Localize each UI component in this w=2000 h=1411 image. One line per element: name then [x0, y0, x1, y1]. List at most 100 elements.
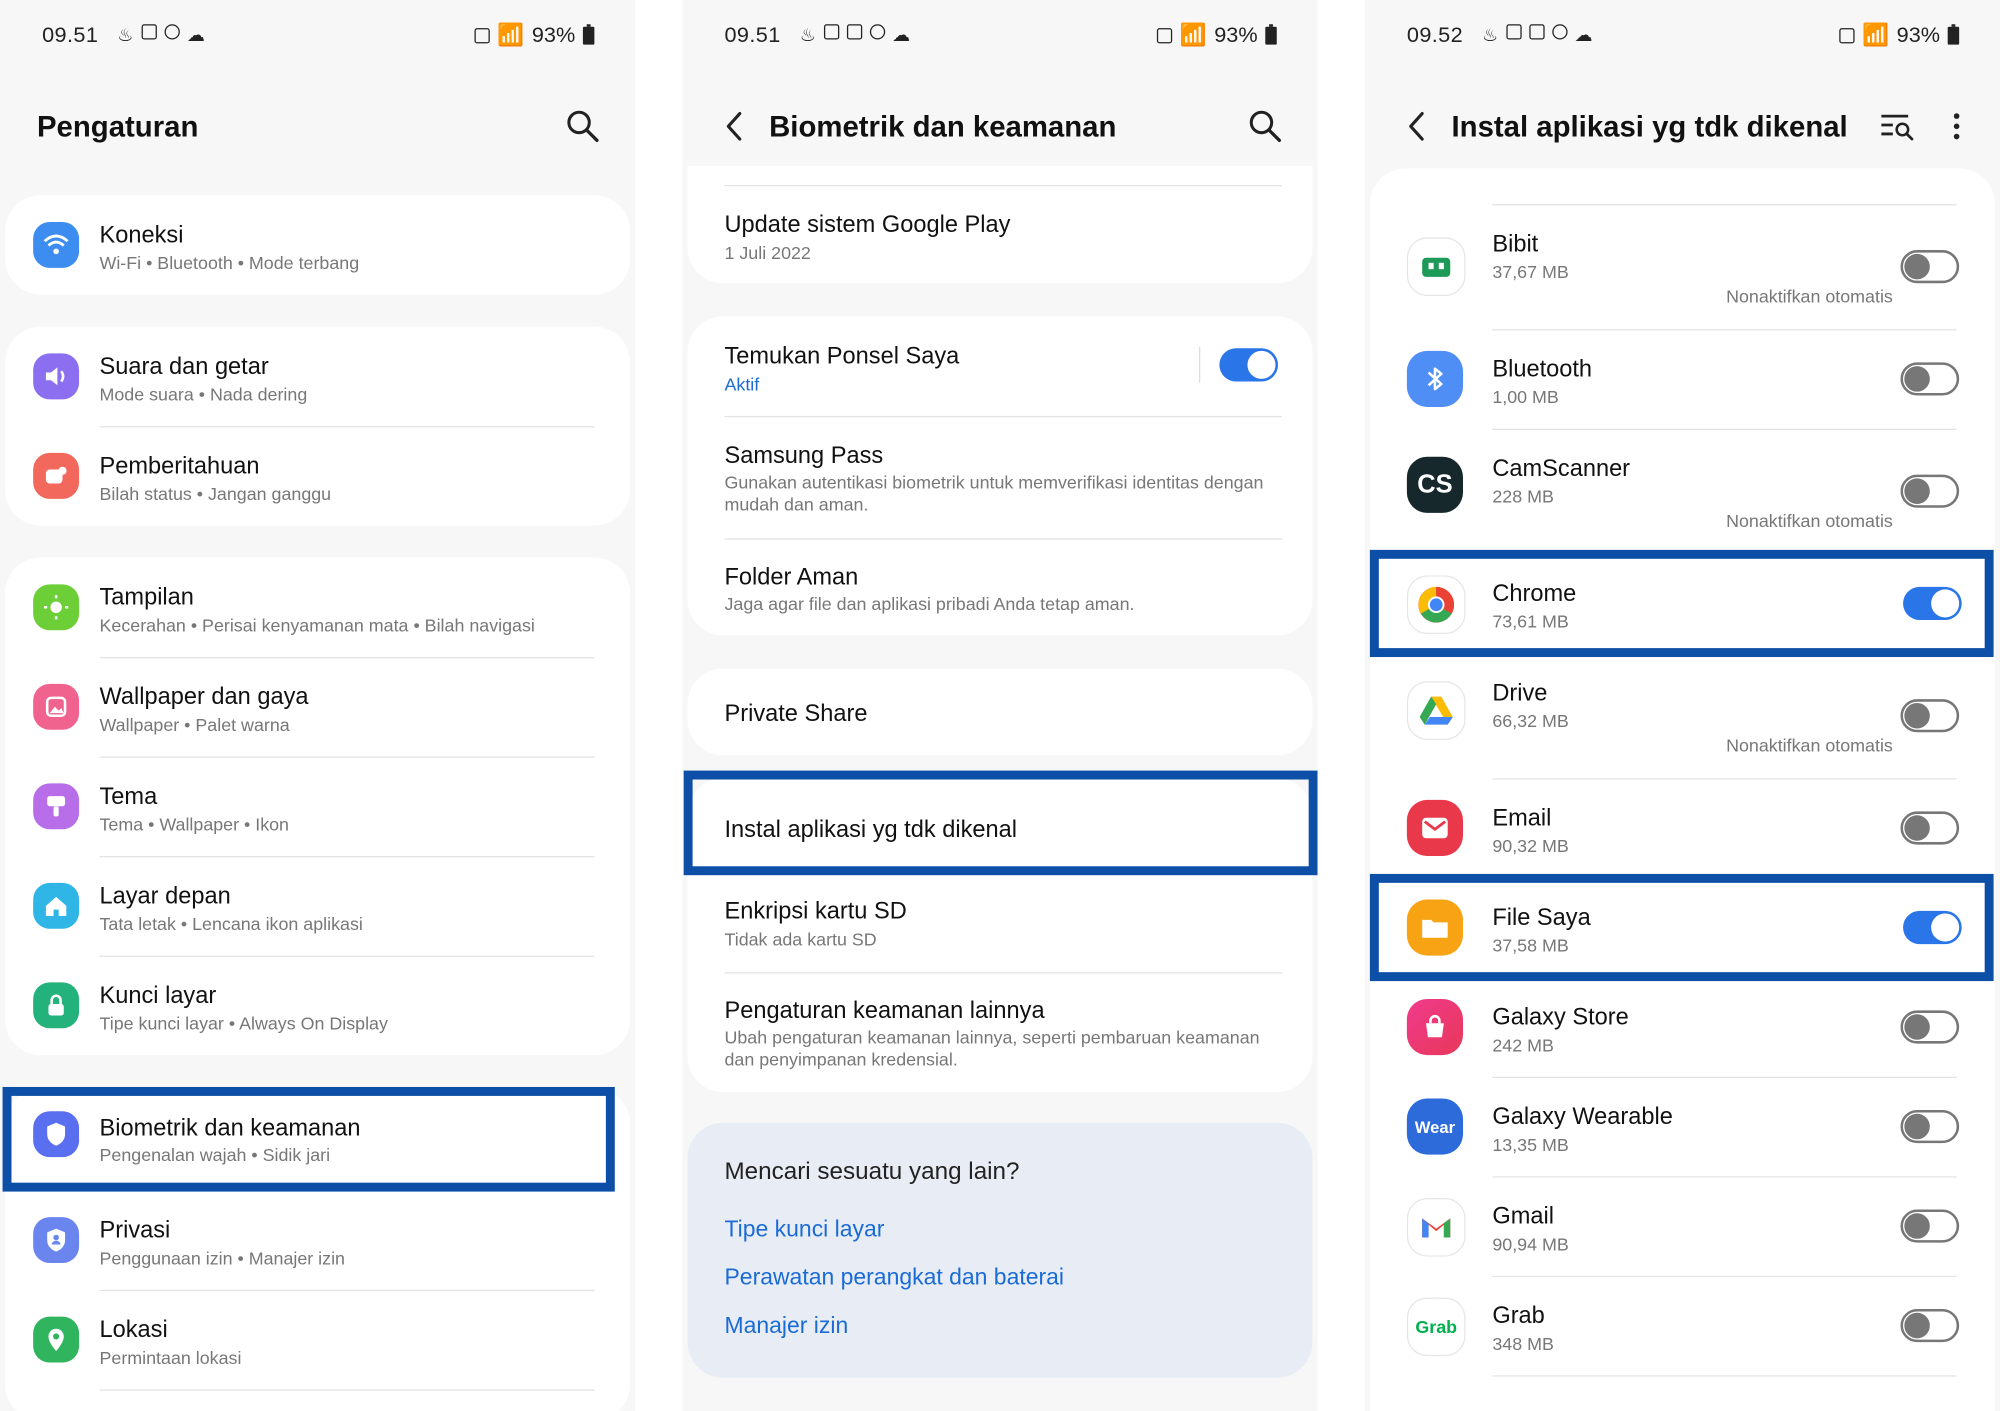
wifi-signal-icon: 📶	[1179, 22, 1207, 48]
item-subtitle: Wi-Fi • Bluetooth • Mode terbang	[99, 252, 360, 274]
settings-item-wallpaper[interactable]: Wallpaper dan gaya Wallpaper • Palet war…	[5, 657, 630, 757]
app-name: Galaxy Store	[1492, 1002, 1629, 1030]
app-bar: Pengaturan	[0, 89, 635, 166]
app-name: Galaxy Wearable	[1492, 1102, 1673, 1130]
screenshot-stage: 09.51 ♨ ☁ 📶 93% Pengaturan Koneksi Wi-Fi…	[0, 0, 2000, 1411]
app-row-galaxy-wearable[interactable]: Wear Galaxy Wearable 13,35 MB	[1370, 1077, 1995, 1177]
item-title: Tampilan	[99, 583, 194, 610]
item-title: Privasi	[99, 1215, 171, 1243]
settings-item-tema[interactable]: Tema Tema • Wallpaper • Ikon	[5, 757, 630, 857]
app-row-grab[interactable]: Grab Grab 348 MB	[1370, 1276, 1995, 1376]
notif-icon: ♨	[799, 24, 816, 45]
settings-group-sound: Suara dan getar Mode suara • Nada dering…	[5, 326, 631, 526]
settings-item-koneksi[interactable]: Koneksi Wi-Fi • Bluetooth • Mode terbang	[5, 195, 630, 295]
image-notif-icon	[1528, 24, 1545, 40]
alarm-icon	[1156, 28, 1172, 44]
item-private-share[interactable]: Private Share	[687, 669, 1312, 756]
battery-text: 93%	[1896, 22, 1941, 48]
highlight-box-install-unknown	[683, 770, 1318, 876]
group-google-play: Update sistem Google Play 1 Juli 2022	[687, 165, 1313, 284]
battery-icon	[582, 24, 595, 45]
item-samsung-pass[interactable]: Samsung Pass Gunakan autentikasi biometr…	[687, 416, 1312, 538]
page-title: Instal aplikasi yg tdk dikenal	[1451, 109, 1848, 143]
app-size: 13,35 MB	[1492, 1134, 1569, 1155]
drive-app-icon	[1406, 681, 1466, 740]
drive-toggle[interactable]	[1900, 699, 1960, 733]
cloud-icon: ☁	[892, 24, 911, 45]
theme-brush-icon	[33, 783, 80, 830]
battery-text: 93%	[531, 22, 576, 48]
settings-item-lokasi[interactable]: Lokasi Permintaan lokasi	[5, 1290, 630, 1390]
cloud-icon: ☁	[186, 24, 205, 45]
item-subtitle: Mode suara • Nada dering	[99, 384, 308, 405]
auto-disable-note: Nonaktifkan otomatis	[1726, 285, 1893, 307]
suggestion-link-screen-lock[interactable]: Tipe kunci layar	[724, 1216, 884, 1243]
settings-item-kunci-layar[interactable]: Kunci layar Tipe kunci layar • Always On…	[5, 956, 630, 1056]
install-unknown-apps-screen: 09.52 ♨ ☁ 📶 93% Instal aplikasi yg tdk d…	[1364, 0, 2000, 1411]
search-icon[interactable]	[564, 107, 602, 145]
brightness-icon	[33, 584, 80, 631]
email-toggle[interactable]	[1900, 811, 1960, 845]
app-row-bibit[interactable]: Bibit 37,67 MB Nonaktifkan otomatis	[1370, 204, 1995, 329]
gmail-app-icon	[1406, 1197, 1466, 1257]
highlight-box-chrome	[1369, 549, 1994, 658]
app-row-gmail[interactable]: Gmail 90,94 MB	[1370, 1176, 1995, 1276]
settings-item-layar-depan[interactable]: Layar depan Tata letak • Lencana ikon ap…	[5, 856, 630, 956]
status-right: 📶 93%	[1839, 22, 1960, 49]
vertical-separator	[1198, 347, 1201, 383]
item-sd-encryption[interactable]: Enkripsi kartu SD Tidak ada kartu SD	[687, 875, 1312, 972]
item-folder-aman[interactable]: Folder Aman Jaga agar file dan aplikasi …	[687, 538, 1312, 635]
item-title: Pengaturan keamanan lainnya	[724, 996, 1045, 1024]
wear-icon-text: Wear	[1414, 1116, 1456, 1137]
galaxy-store-toggle[interactable]	[1900, 1010, 1960, 1044]
wifi-signal-icon: 📶	[1861, 22, 1889, 48]
item-other-security-settings[interactable]: Pengaturan keamanan lainnya Ubah pengatu…	[687, 972, 1312, 1092]
suggestion-link-device-care[interactable]: Perawatan perangkat dan baterai	[724, 1264, 1064, 1291]
wifi-signal-icon: 📶	[497, 22, 525, 48]
item-title: Koneksi	[99, 220, 184, 248]
app-row-camscanner[interactable]: CS CamScanner 228 MB Nonaktifkan otomati…	[1370, 429, 1995, 554]
group-private-share: Private Share	[687, 668, 1313, 756]
app-row-drive[interactable]: Drive 66,32 MB Nonaktifkan otomatis	[1370, 653, 1995, 778]
settings-item-privasi[interactable]: Privasi Penggunaan izin • Manajer izin	[5, 1190, 630, 1290]
grab-toggle[interactable]	[1900, 1308, 1960, 1343]
item-title: Suara dan getar	[99, 352, 269, 379]
cloud-icon: ☁	[1574, 24, 1593, 45]
galaxy-wearable-toggle[interactable]	[1900, 1109, 1960, 1144]
app-row-galaxy-store[interactable]: Galaxy Store 242 MB	[1370, 977, 1995, 1077]
app-row-bluetooth[interactable]: Bluetooth 1,00 MB	[1370, 329, 1995, 429]
app-name: Bluetooth	[1492, 354, 1593, 382]
email-app-icon	[1406, 799, 1463, 857]
bluetooth-toggle[interactable]	[1900, 362, 1960, 396]
find-my-phone-toggle[interactable]	[1219, 348, 1279, 382]
app-row-email[interactable]: Email 90,32 MB	[1370, 778, 1995, 878]
highlight-box-biometrik	[2, 1086, 615, 1192]
camscanner-toggle[interactable]	[1900, 474, 1960, 508]
item-subtitle: Gunakan autentikasi biometrik untuk memv…	[724, 472, 1264, 515]
notification-icons: ♨ ☁	[117, 24, 205, 46]
more-options-icon[interactable]	[1941, 107, 1972, 145]
item-title: Folder Aman	[724, 562, 859, 590]
app-name: CamScanner	[1492, 454, 1631, 481]
image-notif-icon	[846, 24, 862, 40]
item-title: Lokasi	[99, 1315, 168, 1343]
item-title: Layar depan	[99, 881, 231, 909]
settings-group-connections: Koneksi Wi-Fi • Bluetooth • Mode terbang	[5, 195, 631, 295]
item-find-my-phone[interactable]: Temukan Ponsel Saya Aktif	[687, 316, 1312, 416]
suggestion-link-permission-manager[interactable]: Manajer izin	[724, 1313, 848, 1340]
app-size: 66,32 MB	[1492, 710, 1569, 732]
filter-search-icon[interactable]	[1878, 107, 1916, 145]
grab-icon-text: Grab	[1415, 1316, 1458, 1338]
divider	[1492, 1375, 1957, 1377]
bibit-toggle[interactable]	[1900, 250, 1960, 284]
item-update-google-play[interactable]: Update sistem Google Play 1 Juli 2022	[687, 185, 1312, 282]
alarm-icon	[1839, 28, 1855, 44]
item-subtitle: Wallpaper • Palet warna	[99, 714, 290, 735]
settings-item-pemberitahuan[interactable]: Pemberitahuan Bilah status • Jangan gang…	[5, 426, 630, 526]
back-arrow-icon[interactable]	[1400, 107, 1433, 145]
settings-item-tampilan[interactable]: Tampilan Kecerahan • Perisai kenyamanan …	[5, 558, 630, 658]
back-arrow-icon[interactable]	[718, 107, 751, 145]
gmail-toggle[interactable]	[1900, 1209, 1960, 1243]
settings-item-suara[interactable]: Suara dan getar Mode suara • Nada dering	[5, 327, 630, 427]
search-icon[interactable]	[1246, 107, 1284, 145]
